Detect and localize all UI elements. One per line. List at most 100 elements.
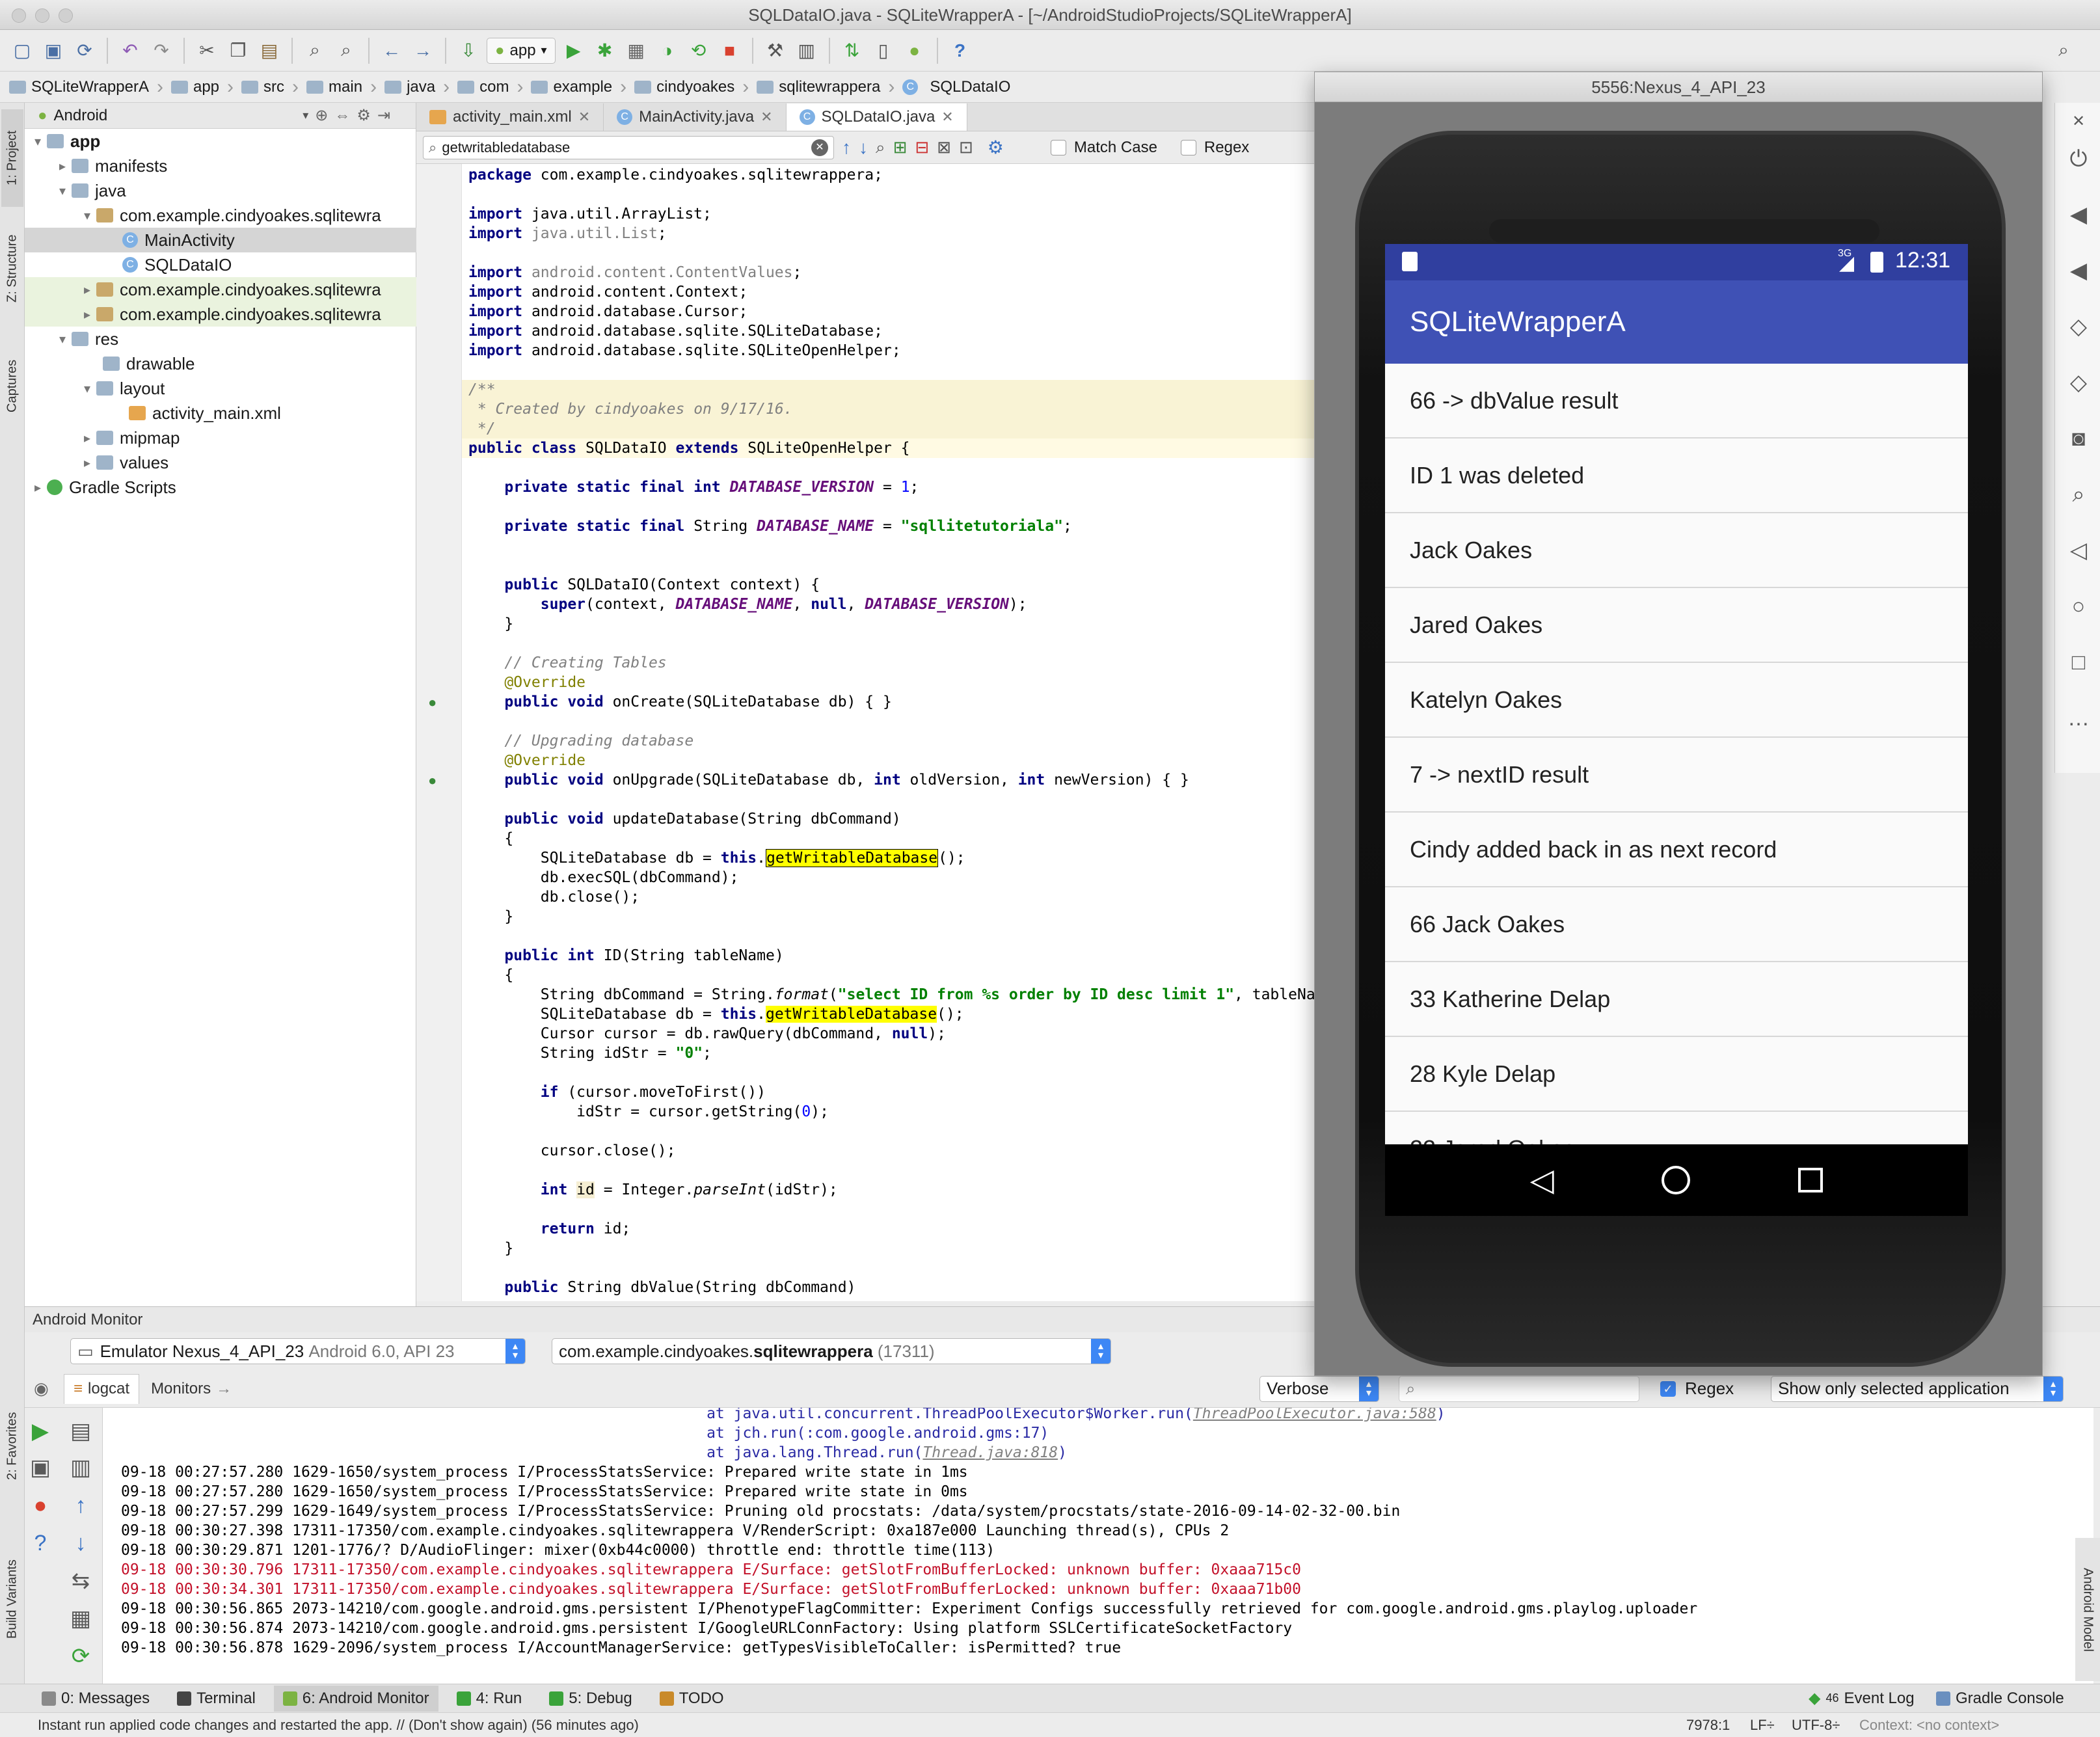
debug-icon[interactable]: ✱ [592,38,618,64]
tab-messages[interactable]: 0: Messages [33,1686,159,1712]
profile-icon[interactable]: ◑ [654,38,680,64]
emulator-title[interactable]: 5556:Nexus_4_API_23 [1315,72,2042,102]
sync-gradle-icon[interactable]: ⇅ [839,38,865,64]
avd-manager-icon[interactable]: ▯ [870,38,896,64]
down-icon[interactable]: ↓ [66,1529,95,1557]
expand-arrow-icon[interactable]: ▸ [29,479,47,496]
run-configuration-dropdown[interactable]: ● app ▾ [487,37,556,64]
phone-screen[interactable]: 3G ◢ 12:31 SQLiteWrapperA 66 -> dbValue … [1385,244,1968,1216]
run-icon[interactable]: ▶ [561,38,587,64]
soft-wraps-icon[interactable]: ⇆ [66,1567,95,1595]
filter-selector[interactable]: Show only selected application ▴ ▾ [1771,1375,2064,1402]
gear-icon[interactable]: ⚙ [988,137,1004,158]
cursor-position[interactable]: 7978:1 [1686,1713,1730,1737]
search-everywhere-icon[interactable]: ⌕ [2051,38,2077,64]
event-log-button[interactable]: ◆ 46 Event Log [1799,1686,1924,1712]
up-icon[interactable]: ↑ [66,1491,95,1520]
project-tool-tab[interactable]: 1: Project [1,109,23,207]
tab-android-monitor[interactable]: 6: Android Monitor [273,1685,438,1712]
tab-debug[interactable]: 5: Debug [540,1686,641,1712]
list-item[interactable]: Jack Oakes [1385,513,1968,588]
android-model-tool-tab[interactable]: Android Model [2077,1544,2099,1675]
filter-icon[interactable]: ⊡ [959,137,973,157]
gradle-console-button[interactable]: Gradle Console [1927,1686,2073,1712]
tab-monitors[interactable]: Monitors → [142,1374,241,1404]
match-case-checkbox[interactable] [1050,139,1066,155]
file-encoding[interactable]: UTF-8÷ [1792,1713,1840,1737]
restart-icon[interactable]: ⟳ [66,1642,95,1671]
tab-sqldataio-java[interactable]: C SQLDataIO.java ✕ [786,103,967,131]
favorites-tool-tab[interactable]: 2: Favorites [1,1397,23,1495]
breadcrumb-item[interactable]: src [241,78,292,96]
print-icon[interactable]: ▦ [66,1604,95,1633]
zoom-icon[interactable]: ⌕ [2064,480,2093,509]
play-icon[interactable]: ▶ [26,1417,55,1446]
list-item[interactable]: 66 Jack Oakes [1385,887,1968,962]
expand-arrow-icon[interactable]: ▸ [78,430,96,446]
tab-logcat[interactable]: ≡ logcat [64,1373,140,1404]
regex-checkbox[interactable] [1180,139,1196,155]
log-level-selector[interactable]: Verbose ▴ ▾ [1259,1375,1379,1402]
expand-arrow-icon[interactable]: ▸ [78,455,96,471]
close-icon[interactable]: ✕ [2064,107,2093,135]
log-source-link[interactable]: ThreadPoolExecutor.java:588 [1193,1408,1436,1422]
scroll-from-source-icon[interactable]: ⊕ [315,106,328,125]
list-item[interactable]: 7 -> nextID result [1385,738,1968,813]
tree-item-mipmap[interactable]: ▸ mipmap [25,425,416,450]
volume-down-icon[interactable]: ◀ [2064,256,2093,285]
tab-todo[interactable]: TODO [651,1686,733,1712]
breadcrumb-item[interactable]: app [170,78,227,96]
breadcrumb-item[interactable]: java [384,78,443,96]
stop-icon[interactable]: ● [26,1491,55,1520]
tree-item-activity-main-xml[interactable]: activity_main.xml [25,401,416,425]
next-occurrence-icon[interactable]: ↓ [859,137,868,158]
logcat-search-input[interactable]: ⌕ [1399,1375,1639,1402]
device-monitor-icon[interactable]: ● [902,38,928,64]
hide-panel-icon[interactable]: ⇥ [377,106,390,125]
power-icon[interactable]: ⏻ [2064,144,2093,173]
device-selector[interactable]: ▭ Emulator Nexus_4_API_23 Android 6.0, A… [70,1338,526,1364]
close-window-button[interactable] [12,8,26,23]
home-icon[interactable]: ○ [2064,592,2093,621]
scroll-to-end-icon[interactable]: ▥ [66,1453,95,1482]
minimize-window-button[interactable] [35,8,49,23]
tree-item-java[interactable]: ▾ java [25,178,416,203]
volume-up-icon[interactable]: ◀ [2064,200,2093,229]
camera-icon[interactable]: ▣ [26,1453,55,1482]
expand-arrow-icon[interactable]: ▸ [53,158,72,174]
tab-mainactivity-java[interactable]: C MainActivity.java ✕ [604,103,787,131]
rotate-right-icon[interactable]: ◇ [2064,368,2093,397]
line-separator[interactable]: LF÷ [1750,1713,1775,1737]
tree-item-values[interactable]: ▸ values [25,450,416,475]
status-message[interactable]: Instant run applied code changes and res… [38,1717,639,1733]
find-icon[interactable]: ⌕ [302,38,328,64]
nav-home-icon[interactable] [1662,1166,1691,1194]
tree-item-layout[interactable]: ▾ layout [25,376,416,401]
override-marker-icon[interactable]: ● [428,772,437,789]
context-indicator[interactable]: Context: <no context> [1859,1713,1999,1737]
tree-item-res[interactable]: ▾ res [25,327,416,351]
find-input[interactable]: ⌕ getwritabledatabase ✕ [423,135,834,159]
screenshot-icon[interactable]: ◉ [34,1379,49,1399]
list-item[interactable]: Katelyn Oakes [1385,663,1968,738]
tree-item-drawable[interactable]: drawable [25,351,416,376]
project-view-selector[interactable]: ● Android ▾ ⊕ ⇔ ⚙ ⇥ [25,103,416,129]
captures-tool-tab[interactable]: Captures [1,343,23,428]
help-icon[interactable]: ? [947,38,973,64]
tree-item-package-main[interactable]: ▾ com.example.cindyoakes.sqlitewra [25,203,416,228]
cut-icon[interactable]: ✂ [194,38,220,64]
find-all-icon[interactable]: ⌕ [876,137,885,158]
tree-item-package-androidtest[interactable]: ▸ com.example.cindyoakes.sqlitewra [25,277,416,302]
regex-checkbox-checked[interactable]: ✓ [1660,1380,1676,1397]
undo-icon[interactable]: ↶ [117,38,143,64]
coverage-icon[interactable]: ▦ [623,38,649,64]
help-icon[interactable]: ? [26,1529,55,1557]
expand-arrow-icon[interactable]: ▾ [78,208,96,224]
breadcrumb-item[interactable]: main [306,78,370,96]
sdk-manager-icon[interactable]: ▥ [794,38,820,64]
paste-icon[interactable]: ▤ [256,38,282,64]
back-icon[interactable]: ◁ [2064,536,2093,565]
make-project-icon[interactable]: ⇩ [455,38,481,64]
tree-item-manifests[interactable]: ▸ manifests [25,154,416,178]
expand-arrow-icon[interactable]: ▸ [78,282,96,298]
